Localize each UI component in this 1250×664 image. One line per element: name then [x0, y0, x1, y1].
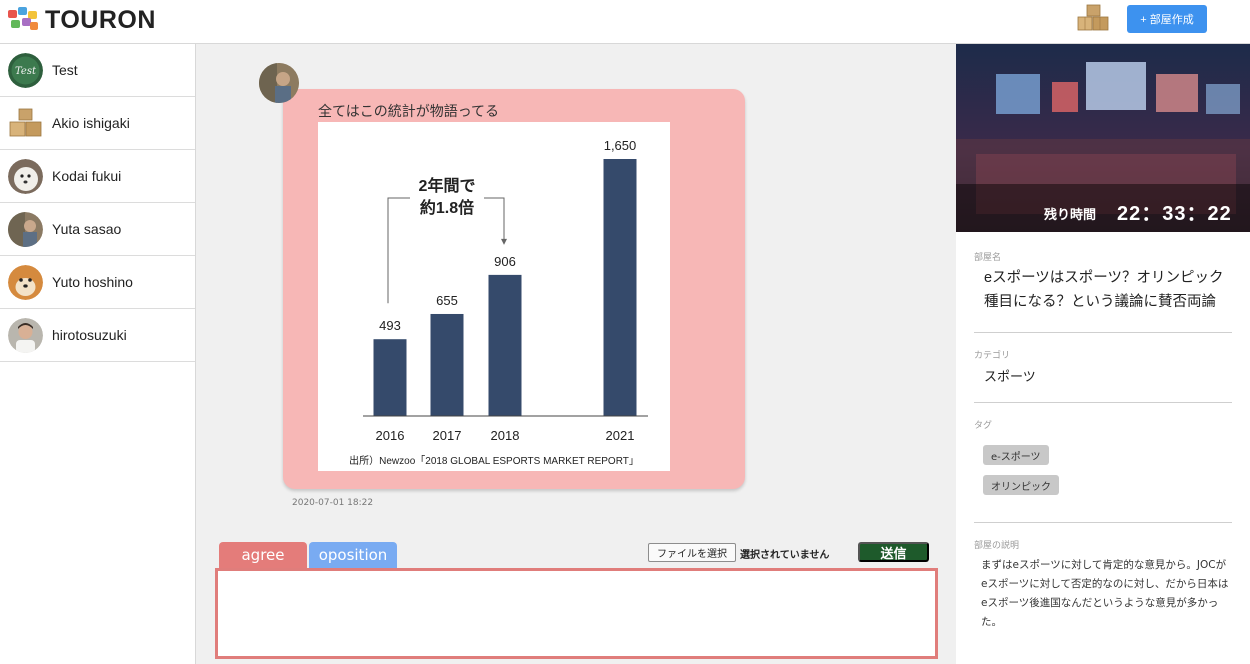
x-tick-label: 2017 [433, 428, 462, 443]
file-select-button[interactable]: ファイルを選択 [648, 543, 736, 562]
chart-bar [373, 339, 407, 416]
logo[interactable]: TOURON [6, 5, 156, 35]
sidebar-user-name: hirotosuzuki [52, 327, 127, 343]
sidebar-user-name: Yuto hoshino [52, 274, 133, 290]
tab-agree[interactable]: agree [219, 542, 307, 568]
bar-value-label: 1,650 [604, 138, 637, 153]
tab-opposition[interactable]: oposition [309, 542, 397, 568]
sidebar-user-test[interactable]: Test Test [0, 44, 195, 97]
sidebar-user-name: Test [52, 62, 78, 78]
avatar [8, 106, 43, 141]
bar-value-label: 906 [494, 254, 516, 269]
file-status: 選択されていません [740, 550, 830, 561]
sidebar-user-yuto[interactable]: Yuto hoshino [0, 256, 195, 309]
category-value: スポーツ [984, 370, 1036, 385]
x-tick-label: 2021 [606, 428, 635, 443]
send-button[interactable]: 送信 [858, 542, 929, 562]
sidebar-user-name: Yuta sasao [52, 221, 122, 237]
tag-chip[interactable]: e-スポーツ [983, 445, 1049, 465]
divider [974, 332, 1232, 333]
annotation-arrowhead [501, 238, 507, 245]
avatar [8, 317, 43, 353]
bar-value-label: 493 [379, 318, 401, 333]
remaining-time: 22：33：22 [1117, 203, 1232, 225]
annotation-bracket [484, 197, 505, 243]
avatar [8, 158, 43, 194]
tag-chip[interactable]: オリンピック [983, 475, 1059, 495]
chart-annotation: 約1.8倍 [420, 198, 474, 217]
bar-value-label: 655 [436, 293, 458, 308]
message-input[interactable] [215, 568, 938, 659]
avatar [8, 264, 43, 300]
divider [974, 522, 1232, 523]
description-label: 部屋の説明 [974, 541, 1020, 551]
message-timestamp: 2020-07-01 18:22 [292, 498, 374, 508]
svg-text:Test: Test [15, 66, 37, 77]
chart-annotation: 2年間で [419, 176, 476, 195]
chat-area: 全てはこの統計が物語ってる 493 2016 655 2017 906 2018 1,650… [196, 44, 956, 664]
timer-label: 残り時間 [1044, 208, 1097, 223]
sidebar-user-name: Kodai fukui [52, 168, 122, 184]
sidebar-user-name: Akio ishigaki [52, 115, 130, 131]
category-label: カテゴリ [974, 351, 1011, 361]
header: TOURON + 部屋作成 [0, 0, 1250, 44]
room-name-line: 種目になる？という議論に賛否両論 [984, 294, 1216, 310]
user-avatar-boxes-icon[interactable] [1076, 4, 1110, 34]
message-avatar[interactable] [259, 63, 299, 103]
create-room-button[interactable]: + 部屋作成 [1127, 5, 1207, 33]
sidebar-user-hiroto[interactable]: hirotosuzuki [0, 309, 195, 362]
room-description: まずはeスポーツに対して肯定的な意見から。JOCがeスポーツに対して否定的なのに… [981, 559, 1229, 628]
sidebar-user-yuta[interactable]: Yuta sasao [0, 203, 195, 256]
x-tick-label: 2018 [491, 428, 520, 443]
room-name-line: eスポーツはスポーツ？オリンピック [984, 270, 1224, 286]
chart-bar [430, 313, 464, 416]
x-tick-label: 2016 [376, 428, 405, 443]
avatar [8, 211, 43, 247]
divider [974, 402, 1232, 403]
message-bubble: 全てはこの統計が物語ってる 493 2016 655 2017 906 2018 1,650… [283, 89, 745, 489]
room-info-panel: 残り時間 22：33：22 部屋名 eスポーツはスポーツ？オリンピック 種目にな… [956, 44, 1250, 664]
chart-source: 出所）Newzoo「2018 GLOBAL ESPORTS MARKET REP… [349, 454, 639, 467]
room-name-label: 部屋名 [974, 253, 1002, 263]
room-name: eスポーツはスポーツ？オリンピック 種目になる？という議論に賛否両論 [984, 266, 1234, 314]
logo-icon [8, 7, 38, 30]
message-text: 全てはこの統計が物語ってる [318, 103, 500, 119]
room-hero-image: 残り時間 22：33：22 [956, 44, 1250, 232]
avatar: Test [8, 52, 43, 88]
chart-image[interactable]: 493 2016 655 2017 906 2018 1,650 2021 2年間で約1.8倍出… [318, 122, 670, 471]
annotation-bracket [387, 197, 410, 304]
sidebar-user-kodai[interactable]: Kodai fukui [0, 150, 195, 203]
logo-text: TOURON [45, 5, 156, 34]
chart-bar [603, 159, 637, 416]
esports-market-chart: 493 2016 655 2017 906 2018 1,650 2021 2年間で約1.8倍出… [349, 138, 648, 467]
chart-bar [488, 274, 522, 416]
tag-label: タグ [974, 421, 993, 431]
sidebar-user-akio[interactable]: Akio ishigaki [0, 97, 195, 150]
sidebar: Test Test Akio ishigaki Kodai fukui Yuta… [0, 44, 196, 664]
